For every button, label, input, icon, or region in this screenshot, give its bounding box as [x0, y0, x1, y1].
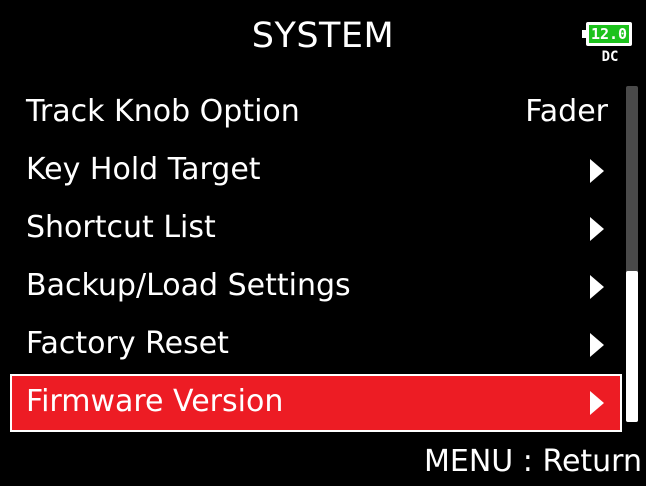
menu-item-label: Factory Reset	[26, 326, 229, 361]
battery-indicator: 12.0 DC	[582, 20, 640, 72]
menu-item-label: Key Hold Target	[26, 152, 261, 187]
menu-item-firmware-version[interactable]: Firmware Version	[10, 374, 622, 432]
scrollbar-thumb[interactable]	[626, 270, 638, 422]
menu-item-backup-load-settings[interactable]: Backup/Load Settings	[10, 258, 622, 316]
chevron-right-icon	[590, 391, 604, 415]
menu-item-value: Fader	[525, 94, 608, 129]
menu-item-label: Shortcut List	[26, 210, 216, 245]
menu-item-key-hold-target[interactable]: Key Hold Target	[10, 142, 622, 200]
power-source-label: DC	[601, 49, 619, 65]
header-bar: SYSTEM 12.0 DC	[0, 0, 646, 78]
menu-item-label: Backup/Load Settings	[26, 268, 351, 303]
scrollbar[interactable]	[626, 86, 638, 422]
menu-item-label: Firmware Version	[26, 384, 284, 419]
battery-voltage: 12.0	[589, 25, 629, 43]
system-menu-list: Track Knob Option Fader Key Hold Target …	[10, 84, 622, 432]
chevron-right-icon	[590, 159, 604, 183]
chevron-right-icon	[590, 333, 604, 357]
chevron-right-icon	[590, 275, 604, 299]
menu-return-hint: MENU : Return	[424, 444, 642, 479]
menu-item-shortcut-list[interactable]: Shortcut List	[10, 200, 622, 258]
chevron-right-icon	[590, 217, 604, 241]
menu-item-label: Track Knob Option	[26, 94, 300, 129]
page-title: SYSTEM	[251, 16, 395, 56]
menu-item-factory-reset[interactable]: Factory Reset	[10, 316, 622, 374]
menu-item-track-knob-option[interactable]: Track Knob Option Fader	[10, 84, 622, 142]
